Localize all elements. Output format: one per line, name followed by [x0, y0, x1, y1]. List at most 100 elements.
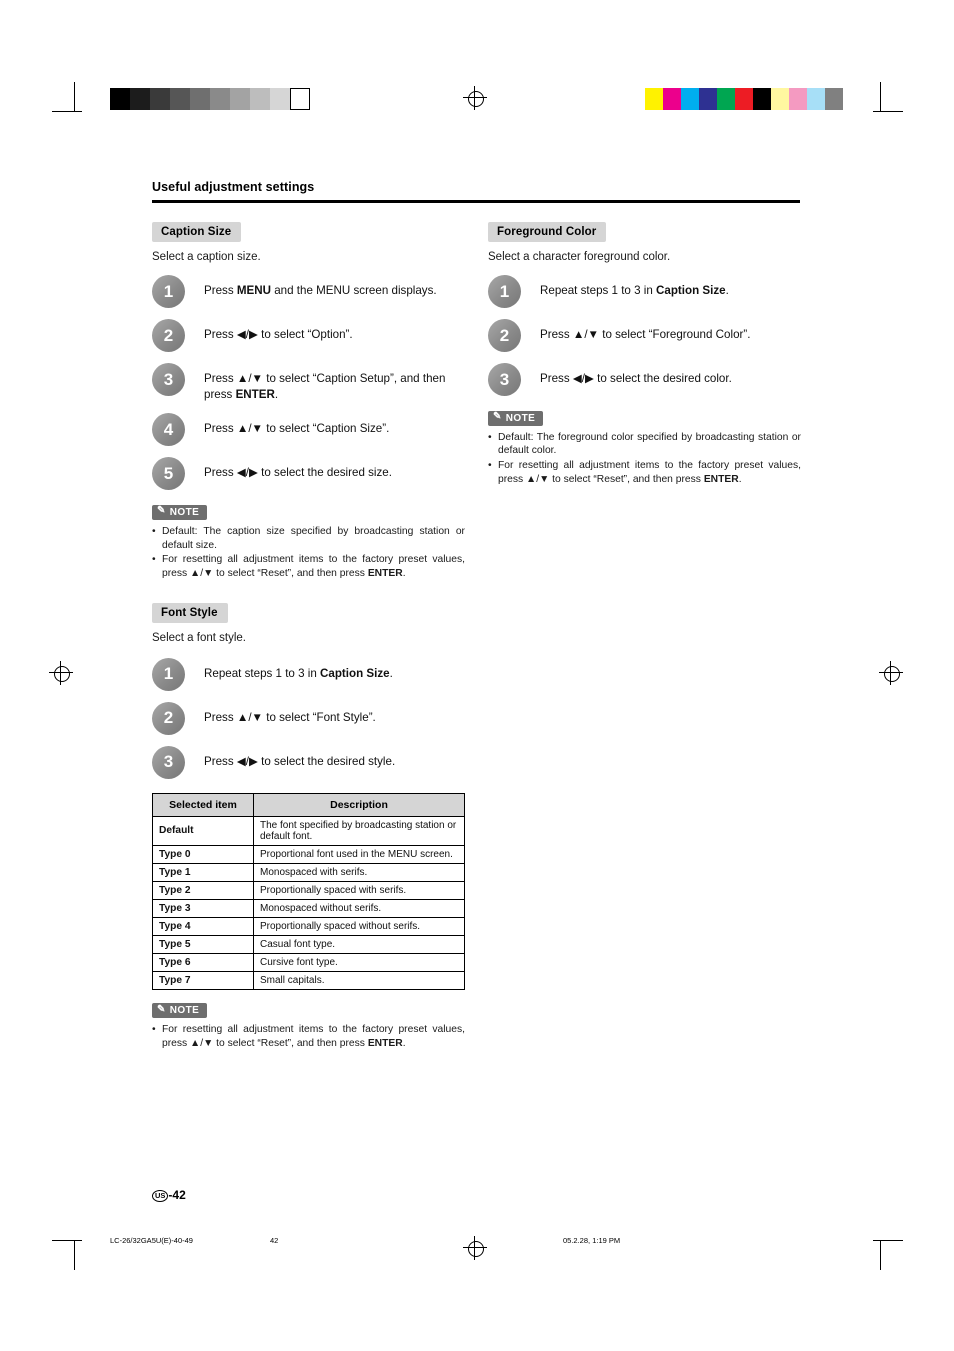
pencil-icon: ✎: [157, 505, 166, 517]
calibration-swatch: [717, 88, 735, 110]
calibration-swatch: [645, 88, 663, 110]
step-instruction: Press ◀/▶ to select the desired color.: [540, 372, 732, 385]
step-number: 3: [152, 745, 185, 779]
section-caption-size: Caption Size Select a caption size. 1 Pre…: [152, 222, 465, 581]
calibration-swatch: [110, 88, 130, 110]
calibration-swatch: [230, 88, 250, 110]
table-cell-description: Proportionally spaced with serifs.: [253, 880, 465, 900]
note-item: • Default: The foreground color specified…: [488, 431, 801, 459]
calibration-swatch: [807, 88, 825, 110]
table-cell-description: Monospaced with serifs.: [253, 862, 465, 882]
step-item: 1 Repeat steps 1 to 3 in Caption Size.: [152, 657, 465, 691]
note-item: • For resetting all adjustment items to t…: [152, 1023, 465, 1051]
note-badge: ✎ NOTE: [488, 410, 544, 426]
grayscale-calibration-bar: [110, 88, 310, 110]
crop-mark-tl-v: [74, 82, 75, 112]
note-bullet-icon: •: [152, 554, 156, 566]
section-subtitle-caption-size: Select a caption size.: [152, 251, 261, 263]
note-block-foreground-color: ✎ NOTE • Default: The foreground color spe…: [488, 407, 801, 487]
crop-mark-tl-h: [52, 111, 82, 112]
step-number: 3: [152, 363, 185, 396]
table-cell-description: Proportional font used in the MENU scree…: [253, 844, 465, 864]
step-item: 1 Repeat steps 1 to 3 in Caption Size.: [488, 275, 801, 308]
step-number: 1: [152, 275, 185, 308]
table-cell-description: Casual font type.: [253, 934, 465, 954]
calibration-swatch: [753, 88, 771, 110]
note-bullet-icon: •: [488, 460, 492, 472]
calibration-swatch: [681, 88, 699, 110]
table-header-row: Selected item Description: [152, 792, 465, 817]
note-block-caption-size: ✎ NOTE • Default: The caption size specifi…: [152, 501, 465, 581]
crop-mark-br-h: [873, 1240, 903, 1241]
registration-mark-left-v: [60, 661, 61, 685]
calibration-swatch: [190, 88, 210, 110]
calibration-swatch: [210, 88, 230, 110]
step-item: 3 Press ◀/▶ to select the desired style.: [152, 745, 465, 779]
table-header-description: Description: [253, 792, 465, 817]
registration-mark-right: [884, 666, 900, 682]
table-row: Default The font specified by broadcastin…: [152, 815, 465, 846]
note-text: For resetting all adjustment items to th…: [162, 1024, 465, 1050]
note-text-caption-size: • Default: The caption size specified by …: [152, 525, 465, 581]
document-page: Useful adjustment settings Caption Size …: [0, 0, 954, 1351]
registration-mark-top-h: [463, 97, 487, 98]
step-item: 3 Press ◀/▶ to select the desired color.: [488, 363, 801, 396]
step-instruction: Repeat steps 1 to 3 in Caption Size.: [540, 284, 729, 297]
note-text: Default: The foreground color specified …: [498, 431, 801, 457]
table-cell-description: The font specified by broadcasting stati…: [253, 815, 465, 846]
step-number: 2: [488, 319, 521, 352]
table-cell-description: Small capitals.: [253, 970, 465, 990]
table-cell-item: Type 3: [152, 898, 254, 918]
step-instruction: Press ▲/▼ to select “Caption Setup”, and…: [204, 372, 446, 401]
header-rule: [152, 200, 800, 203]
table-cell-item: Type 6: [152, 952, 254, 972]
registration-mark-bottom-h: [463, 1247, 487, 1248]
step-instruction: Press ◀/▶ to select the desired style.: [204, 754, 396, 768]
section-heading-foreground-color: Foreground Color: [488, 222, 607, 242]
step-instruction: Press ◀/▶ to select “Option”.: [204, 328, 353, 341]
section-subtitle-foreground-color: Select a character foreground color.: [488, 251, 671, 263]
crop-mark-br-v: [880, 1240, 881, 1270]
table-cell-description: Cursive font type.: [253, 952, 465, 972]
calibration-swatch: [789, 88, 807, 110]
step-instruction: Press ◀/▶ to select the desired size.: [204, 466, 392, 480]
note-badge: ✎ NOTE: [152, 504, 208, 520]
section-font-style: Font Style Select a font style. 1 Repeat …: [152, 602, 465, 1051]
table-cell-item: Type 5: [152, 934, 254, 954]
step-item: 2 Press ◀/▶ to select “Option”.: [152, 319, 465, 352]
section-heading-font-style: Font Style: [152, 602, 228, 623]
crop-mark-bl-h: [52, 1240, 82, 1241]
region-badge: US: [152, 1189, 169, 1203]
table-row: Type 3 Monospaced without serifs.: [152, 898, 465, 918]
step-number: 2: [152, 701, 185, 735]
step-number: 5: [152, 457, 185, 491]
crop-mark-bl-v: [74, 1240, 75, 1270]
registration-mark-left-h: [49, 672, 73, 673]
note-bullet-icon: •: [152, 525, 156, 537]
registration-mark-top: [468, 91, 484, 107]
table-cell-item: Type 0: [152, 844, 254, 864]
step-item: 2 Press ▲/▼ to select “Font Style”.: [152, 701, 465, 735]
calibration-swatch: [825, 88, 843, 110]
footer-right: 05.2.28, 1:19 PM: [563, 1236, 621, 1245]
table-row: Type 5 Casual font type.: [152, 934, 465, 954]
note-label: NOTE: [169, 1005, 200, 1017]
note-text: For resetting all adjustment items to th…: [162, 554, 465, 580]
calibration-swatch: [250, 88, 270, 110]
step-number: 2: [152, 319, 185, 352]
table-cell-item: Type 4: [152, 916, 254, 936]
calibration-swatch: [663, 88, 681, 110]
calibration-swatch: [290, 88, 310, 110]
note-text: For resetting all adjustment items to th…: [498, 460, 801, 485]
step-item: 1 Press MENU and the MENU screen displays…: [152, 275, 465, 308]
step-number: 4: [152, 413, 185, 447]
table-row: Type 6 Cursive font type.: [152, 952, 465, 972]
table-cell-description: Proportionally spaced without serifs.: [253, 916, 465, 936]
calibration-swatch: [150, 88, 170, 110]
note-text-font-style: • For resetting all adjustment items to t…: [152, 1023, 465, 1051]
table-cell-item: Type 2: [152, 880, 254, 900]
registration-mark-bottom: [468, 1241, 484, 1257]
calibration-swatch: [170, 88, 190, 110]
step-number: 3: [488, 363, 521, 396]
table-cell-item: Default: [152, 815, 254, 846]
